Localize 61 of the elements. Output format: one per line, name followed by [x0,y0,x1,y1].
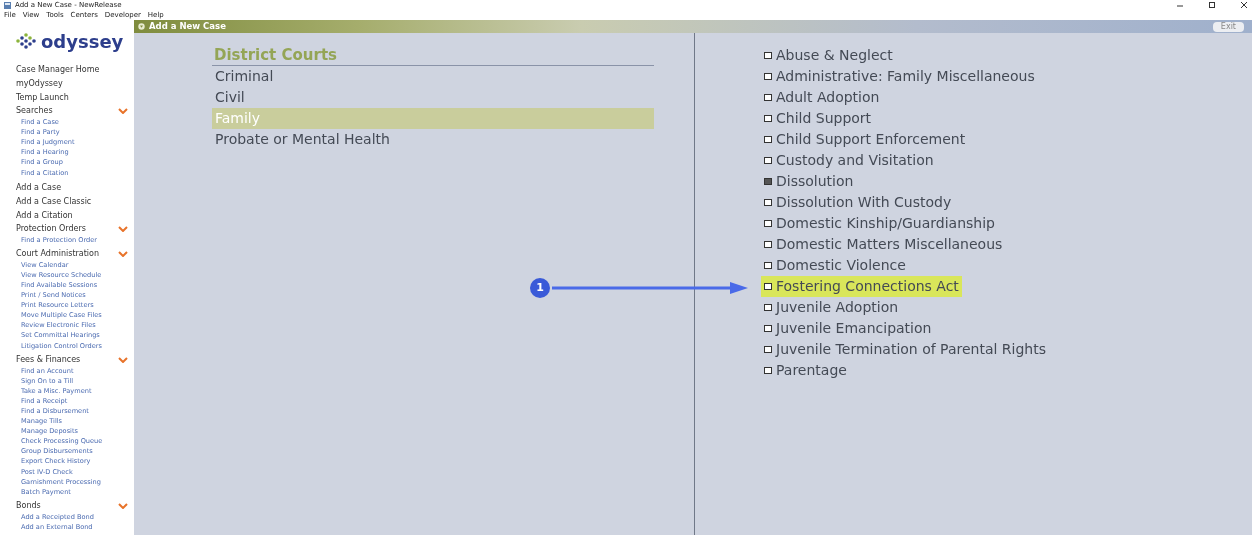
case-type-option[interactable]: Juvenile Termination of Parental Rights [761,339,1049,360]
case-type-label: Juvenile Adoption [776,298,899,317]
court-type-option[interactable]: Criminal [212,66,654,87]
sidebar-link[interactable]: Temp Launch [16,91,128,106]
case-type-option[interactable]: Custody and Visitation [761,150,937,171]
sidebar-section-header[interactable]: Fees & Finances [16,353,81,366]
logo-text: odyssey [41,32,124,51]
sidebar-section-header[interactable]: Protection Orders [16,222,86,235]
case-type-label: Child Support [776,109,872,128]
case-type-label: Adult Adoption [776,88,880,107]
case-type-label: Dissolution [776,172,854,191]
chevron-down-icon[interactable] [118,502,128,509]
court-type-option[interactable]: Civil [212,87,654,108]
case-type-label: Child Support Enforcement [776,130,966,149]
logo-dots-icon [16,32,38,51]
case-type-option[interactable]: Child Support [761,108,875,129]
section-heading: District Courts [212,45,654,66]
collapse-icon[interactable] [138,23,145,30]
callout-badge: 1 [530,278,550,298]
case-type-option[interactable]: Parentage [761,360,850,381]
case-type-option[interactable]: Domestic Matters Miscellaneous [761,234,1006,255]
court-type-option[interactable]: Probate or Mental Health [212,129,654,150]
case-type-label: Domestic Kinship/Guardianship [776,214,995,233]
case-type-label: Parentage [776,361,847,380]
exit-button[interactable]: Exit [1212,21,1244,32]
case-type-label: Custody and Visitation [776,151,934,170]
case-type-option[interactable]: Juvenile Adoption [761,297,902,318]
chevron-down-icon[interactable] [118,356,128,363]
chevron-down-icon[interactable] [118,225,128,232]
case-type-option[interactable]: Fostering Connections Act [761,276,962,297]
close-icon[interactable] [1240,1,1248,9]
case-type-option[interactable]: Domestic Violence [761,255,909,276]
panel-title: Add a New Case [149,20,226,33]
sidebar-section-header[interactable]: Court Administration [16,247,100,260]
case-type-label: Domestic Matters Miscellaneous [776,235,1003,254]
case-type-option[interactable]: Abuse & Neglect [761,45,896,66]
case-type-option[interactable]: Child Support Enforcement [761,129,969,150]
sidebar-link[interactable]: Add a Citation [16,208,128,223]
case-type-label: Juvenile Emancipation [776,319,932,338]
sidebar-link[interactable]: Add a Case Classic [16,194,128,209]
case-type-label: Administrative: Family Miscellaneous [776,67,1035,86]
case-type-option[interactable]: Dissolution [761,171,857,192]
case-type-label: Abuse & Neglect [776,46,893,65]
case-type-option[interactable]: Adult Adoption [761,87,883,108]
case-type-label: Dissolution With Custody [776,193,952,212]
app-icon [4,1,11,9]
case-type-label: Domestic Violence [776,256,906,275]
maximize-icon[interactable] [1208,1,1216,9]
case-type-label: Juvenile Termination of Parental Rights [776,340,1046,359]
case-type-option[interactable]: Dissolution With Custody [761,192,955,213]
sidebar-section-header[interactable]: Searches [16,105,53,118]
chevron-down-icon[interactable] [118,108,128,115]
sidebar-link[interactable]: myOdyssey [16,77,128,92]
sidebar-link[interactable]: Add a Case [16,180,128,195]
sidebar-link[interactable]: Case Manager Home [16,63,128,78]
sidebar-section-header[interactable]: Bonds [16,499,41,512]
case-type-label: Fostering Connections Act [776,277,959,296]
case-type-option[interactable]: Administrative: Family Miscellaneous [761,66,1038,87]
chevron-down-icon[interactable] [118,250,128,257]
case-type-option[interactable]: Domestic Kinship/Guardianship [761,213,998,234]
case-type-option[interactable]: Juvenile Emancipation [761,318,935,339]
